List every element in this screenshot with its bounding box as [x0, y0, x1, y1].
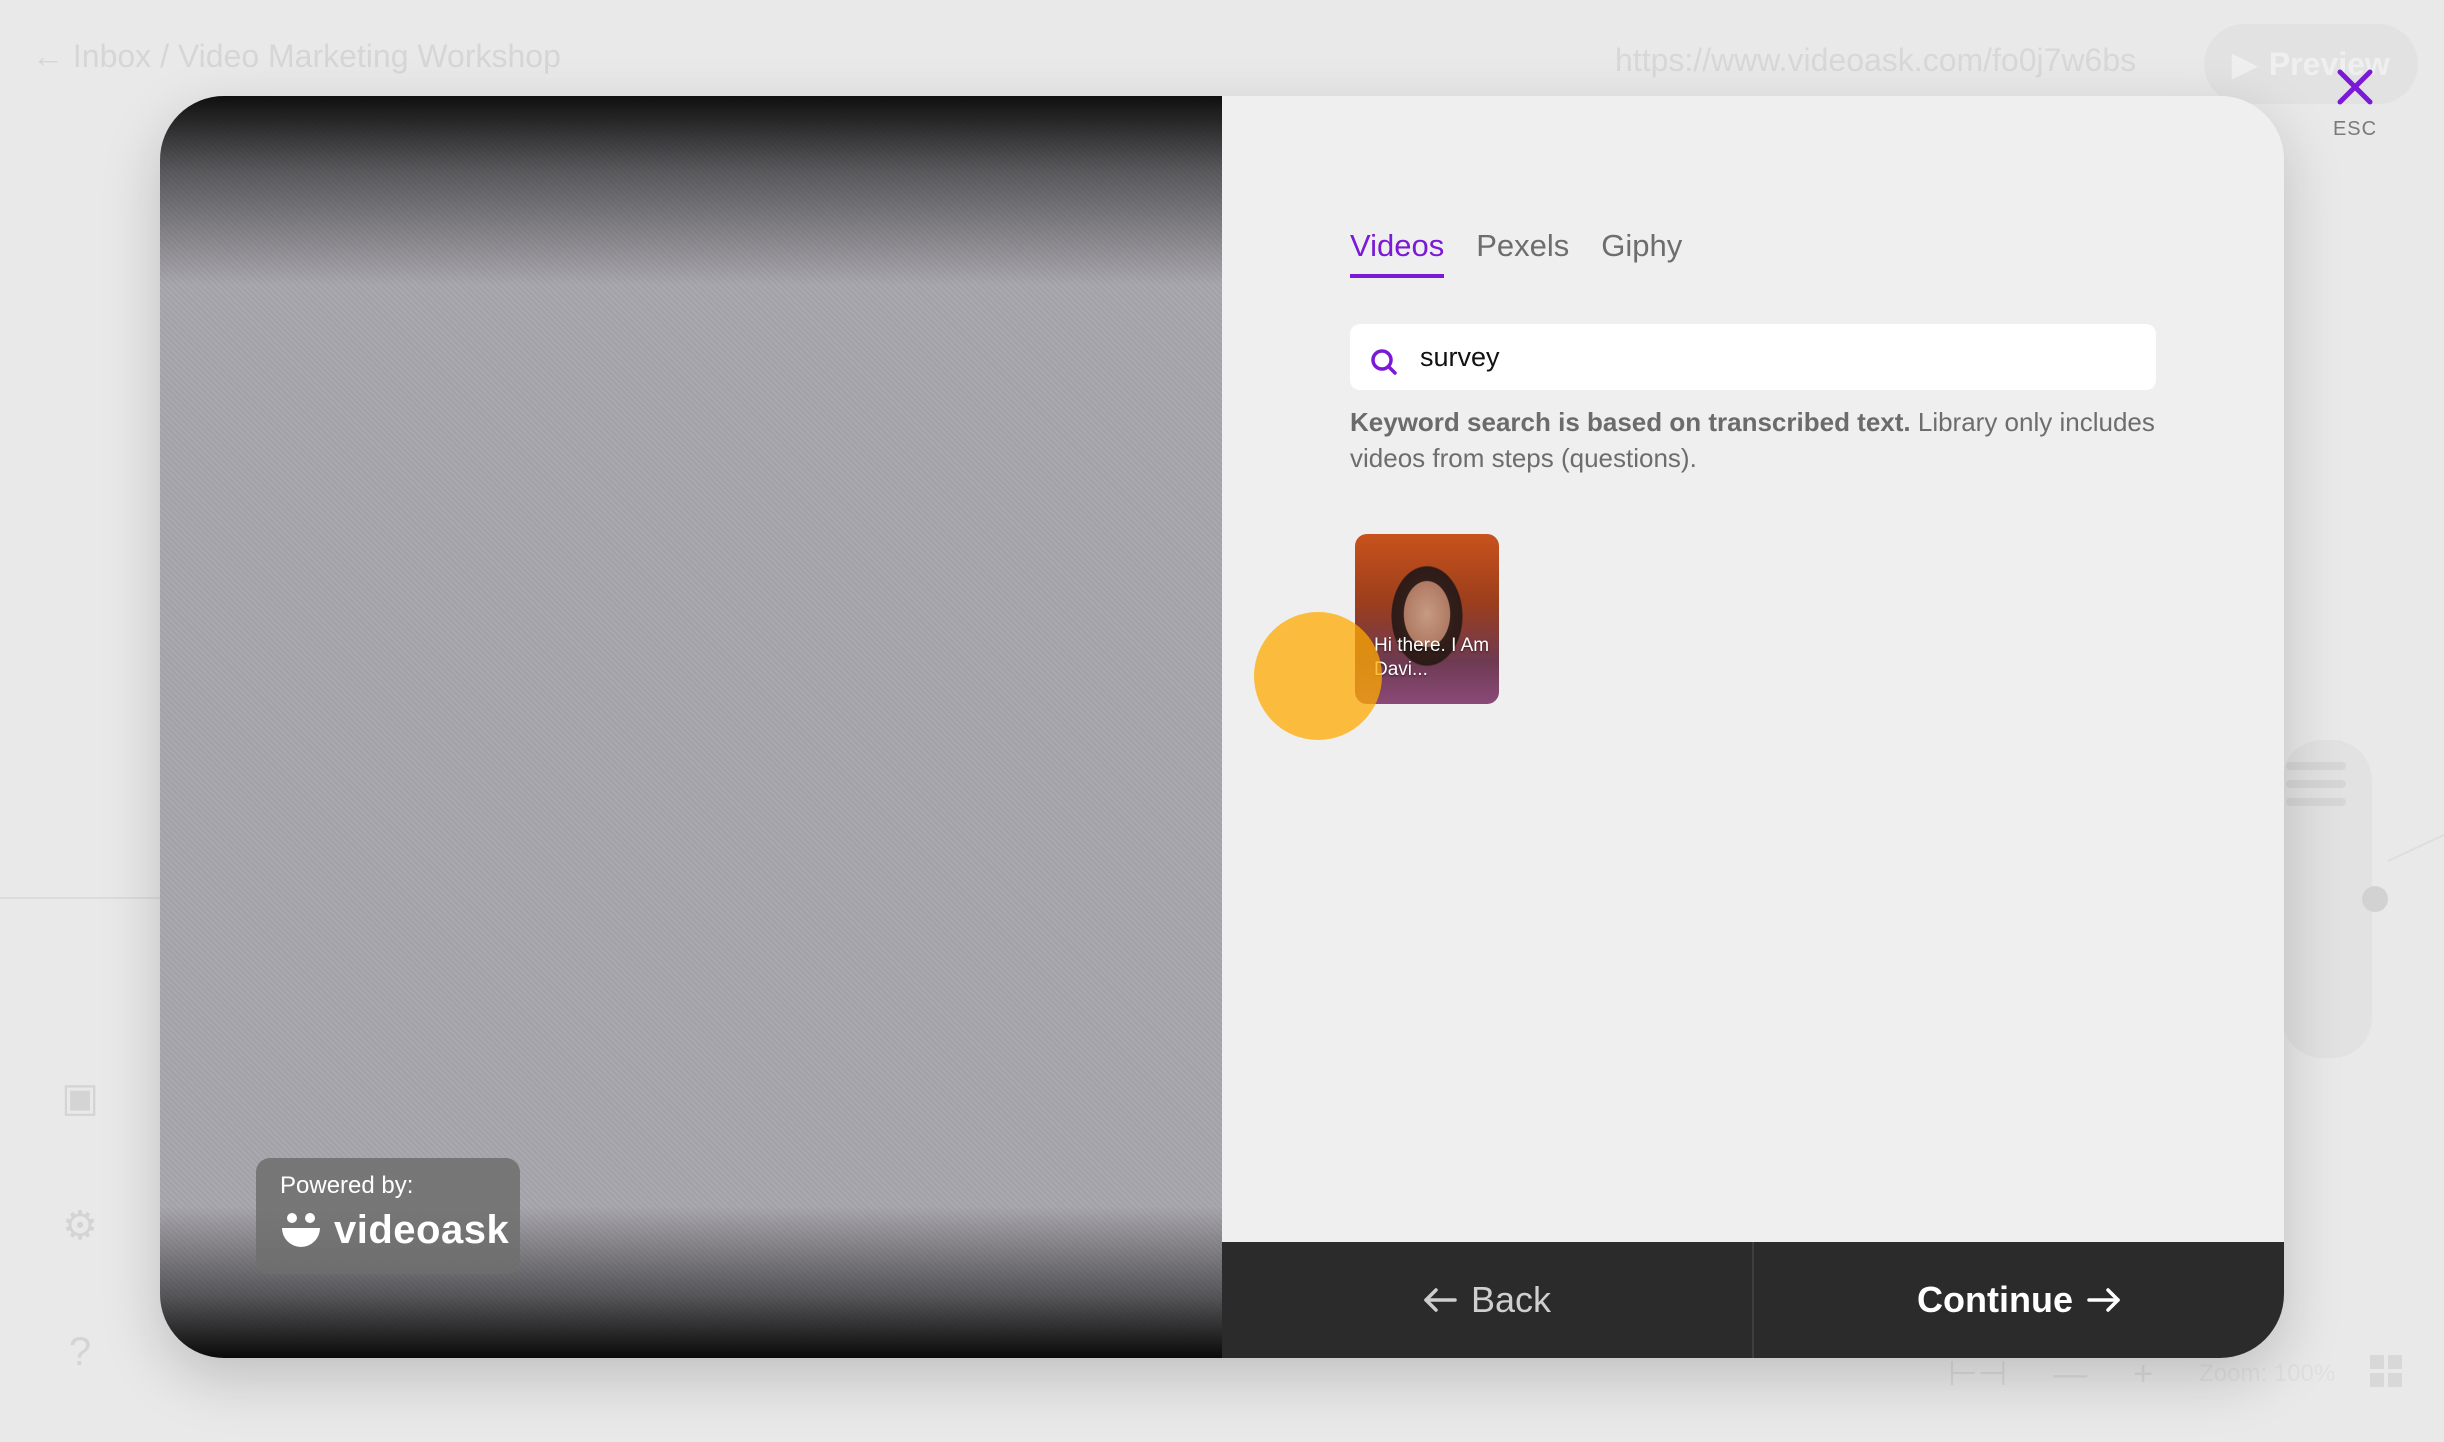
library-tabs: Videos Pexels Giphy [1350, 228, 1682, 278]
modal-footer: Back Continue [1222, 1242, 2284, 1358]
powered-by-label: Powered by: [280, 1172, 414, 1199]
search-input[interactable] [1420, 324, 2120, 390]
close-shortcut-label: ESC [2332, 118, 2378, 140]
video-library-modal: Powered by: videoask Videos Pexels Giphy [160, 96, 2284, 1358]
tab-videos[interactable]: Videos [1350, 228, 1445, 278]
back-label: Back [1470, 1279, 1552, 1320]
search-help-bold: Keyword search is based on transcribed t… [1350, 407, 1911, 437]
brand-name: videoask [334, 1208, 510, 1252]
background-connector-dot [2362, 886, 2388, 912]
background-node-lines [2286, 762, 2346, 816]
videoask-logo: videoask [280, 1208, 509, 1253]
videoask-smile-icon [282, 1212, 320, 1247]
powered-by-badge[interactable]: Powered by: videoask [256, 1158, 520, 1274]
video-preview-pane: Powered by: videoask [160, 96, 1222, 1358]
fit-icon: ⊢⊣ [1948, 1355, 2008, 1393]
play-icon: ▶ [2232, 46, 2257, 82]
contacts-icon: ▣ [61, 1076, 99, 1120]
background-connector-line [2387, 830, 2444, 862]
help-icon: ? [68, 1330, 92, 1374]
back-button[interactable]: Back [1222, 1242, 1754, 1358]
continue-label: Continue [1917, 1279, 2073, 1320]
video-result-thumbnail[interactable]: Hi there. I Am Davi... [1355, 534, 1499, 704]
search-help-text: Keyword search is based on transcribed t… [1350, 404, 2160, 476]
page: ← Inbox / Video Marketing Workshop https… [0, 0, 2444, 1442]
arrow-left-icon [1424, 1288, 1457, 1312]
close-icon [2337, 69, 2373, 105]
background-zoom-controls: ⊢⊣ — + Zoom: 100% [1948, 1354, 2335, 1394]
zoom-out-icon: — [2053, 1354, 2088, 1393]
background-divider [0, 897, 160, 899]
search-box [1350, 324, 2156, 390]
background-preview-button: ▶ Preview [2204, 24, 2418, 104]
library-pane: Videos Pexels Giphy Keyword search is ba… [1222, 96, 2284, 1242]
arrow-right-icon [2087, 1288, 2120, 1312]
background-zoom-text: Zoom: 100% [2199, 1360, 2336, 1387]
continue-button[interactable]: Continue [1754, 1242, 2284, 1358]
search-icon [1371, 349, 1397, 375]
zoom-in-icon: + [2133, 1354, 2154, 1393]
tab-pexels[interactable]: Pexels [1476, 228, 1569, 278]
grid-icon [2370, 1355, 2402, 1387]
close-button[interactable] [2330, 62, 2380, 112]
tab-giphy[interactable]: Giphy [1601, 228, 1682, 278]
video-result-caption: Hi there. I Am Davi... [1374, 635, 1490, 680]
gear-icon: ⚙ [62, 1204, 98, 1248]
background-breadcrumb: ← Inbox / Video Marketing Workshop [32, 38, 561, 74]
background-share-url: https://www.videoask.com/fo0j7w6bs [1615, 42, 2137, 78]
